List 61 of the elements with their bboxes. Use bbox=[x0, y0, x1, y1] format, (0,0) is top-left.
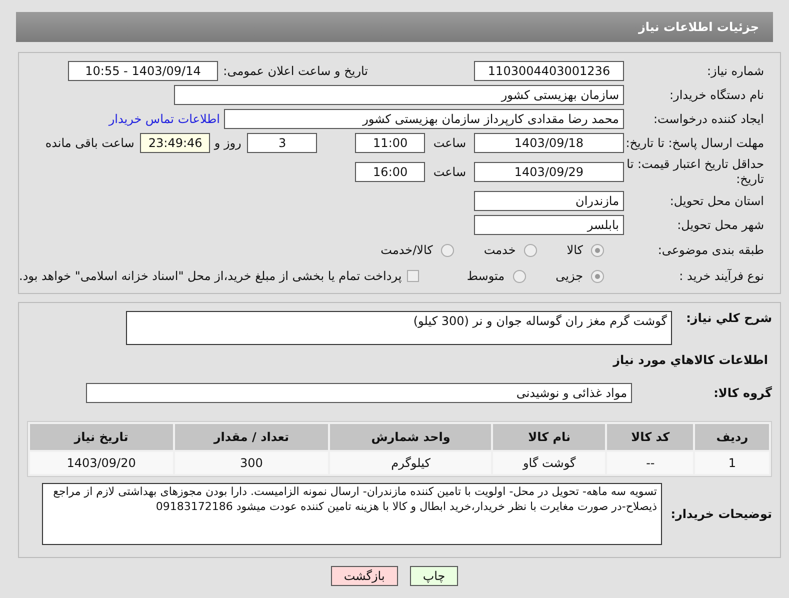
buyer-org-field: سازمان بهزیستی کشور bbox=[174, 85, 624, 105]
description-textarea[interactable]: گوشت گرم مغز ران گوساله جوان و نر (300 کیلو) bbox=[126, 311, 672, 345]
field-label: شرح کلي نياز: bbox=[685, 311, 772, 326]
field-label: استان محل تحویل: bbox=[668, 194, 764, 208]
checkbox[interactable] bbox=[407, 270, 420, 282]
field-label: حداقل تاریخ اعتبار قیمت: تا تاریخ: bbox=[626, 157, 764, 187]
table-cell: گوشت گاو bbox=[493, 452, 606, 474]
reply-time-field: 11:00 bbox=[355, 133, 426, 153]
field-label: شهر محل تحویل: bbox=[676, 218, 764, 232]
column-header: رديف bbox=[695, 424, 769, 450]
checkbox-label: پرداخت تمام یا بخشی از مبلغ خرید،از محل "اسناد خزانه اسلامی" خواهد بود. bbox=[19, 268, 402, 285]
column-header: نام کالا bbox=[493, 424, 606, 450]
column-header: کد کالا bbox=[607, 424, 694, 450]
back-button[interactable]: بازگشت bbox=[330, 566, 398, 586]
radio-label: کالا/خدمت bbox=[380, 242, 433, 259]
field-label: گروه کالا: bbox=[712, 386, 772, 400]
field-label: طبقه بندی موضوعی: bbox=[656, 242, 764, 258]
column-header: تعداد / مقدار bbox=[174, 424, 328, 450]
field-label: ساعت bbox=[433, 135, 466, 152]
field-label: نام دستگاه خریدار: bbox=[668, 88, 764, 102]
radio-button[interactable] bbox=[440, 244, 454, 256]
table-cell: -- bbox=[607, 452, 694, 474]
table-cell: کیلوگرم bbox=[330, 452, 492, 474]
city-field: بابلسر bbox=[474, 215, 624, 235]
goods-group-field: مواد غذائی و نوشیدنی bbox=[86, 383, 632, 403]
table-cell: 1403/09/20 bbox=[30, 452, 173, 474]
print-button[interactable]: چاپ bbox=[410, 566, 458, 586]
field-label: توضیحات خریدار: bbox=[670, 506, 772, 522]
field-label: مهلت ارسال پاسخ: تا تاریخ: bbox=[624, 136, 764, 150]
radio-button[interactable] bbox=[591, 244, 604, 256]
table-cell: 300 bbox=[174, 452, 328, 474]
province-field: مازندران bbox=[474, 191, 624, 211]
column-header: تاريخ نياز bbox=[30, 424, 173, 450]
radio-label: خدمت bbox=[484, 242, 516, 259]
field-label: روز و bbox=[214, 135, 242, 152]
radio-label: کالا bbox=[566, 242, 583, 259]
days-field: 3 bbox=[247, 133, 318, 153]
radio-label: متوسط bbox=[466, 268, 505, 285]
radio-button[interactable] bbox=[512, 270, 526, 282]
requester-field: محمد رضا مقدادی کارپرداز سازمان بهزیستی کشور bbox=[224, 109, 624, 129]
section-heading: اطلاعات کالاهاي مورد نياز bbox=[612, 352, 769, 369]
field-label: شماره نیاز: bbox=[706, 64, 764, 78]
radio-button[interactable] bbox=[591, 270, 604, 282]
field-label: تاریخ و ساعت اعلان عمومی: bbox=[222, 64, 368, 78]
validity-time-field: 16:00 bbox=[355, 162, 426, 182]
radio-button[interactable] bbox=[524, 244, 537, 256]
column-header: واحد شمارش bbox=[330, 424, 492, 450]
need-number-field: 1103004403001236 bbox=[474, 61, 624, 81]
field-label: ایجاد کننده درخواست: bbox=[652, 112, 764, 126]
notes-textarea[interactable]: تسویه سه ماهه- تحویل در محل- اولویت با تامین کننده مازندران- ارسال نمونه الزامیست. دارا بودن مجوزهای بهداشتی لازم از مراجع ذیصلاح-در صورت مغایرت با نظر خریدار،خرید ابطال و کالا با هزینه تامین کننده عودت میشود 09183172186 bbox=[42, 483, 662, 545]
table-cell: 1 bbox=[695, 452, 769, 474]
contact-link[interactable]: اطلاعات تماس خریدار bbox=[108, 110, 220, 128]
validity-date-field: 1403/09/29 bbox=[474, 162, 624, 182]
reply-date-field: 1403/09/18 bbox=[474, 133, 624, 153]
radio-label: جزیی bbox=[556, 268, 583, 285]
remaining-time-field: 23:49:46 bbox=[140, 133, 210, 153]
field-label: نوع فرآیند خرید : bbox=[678, 268, 764, 284]
page-title: جزئیات اطلاعات نیاز bbox=[638, 19, 759, 36]
field-label: ساعت باقی مانده bbox=[45, 135, 134, 152]
field-label: ساعت bbox=[433, 164, 466, 181]
announce-date-field: 1403/09/14 - 10:55 bbox=[68, 61, 218, 81]
